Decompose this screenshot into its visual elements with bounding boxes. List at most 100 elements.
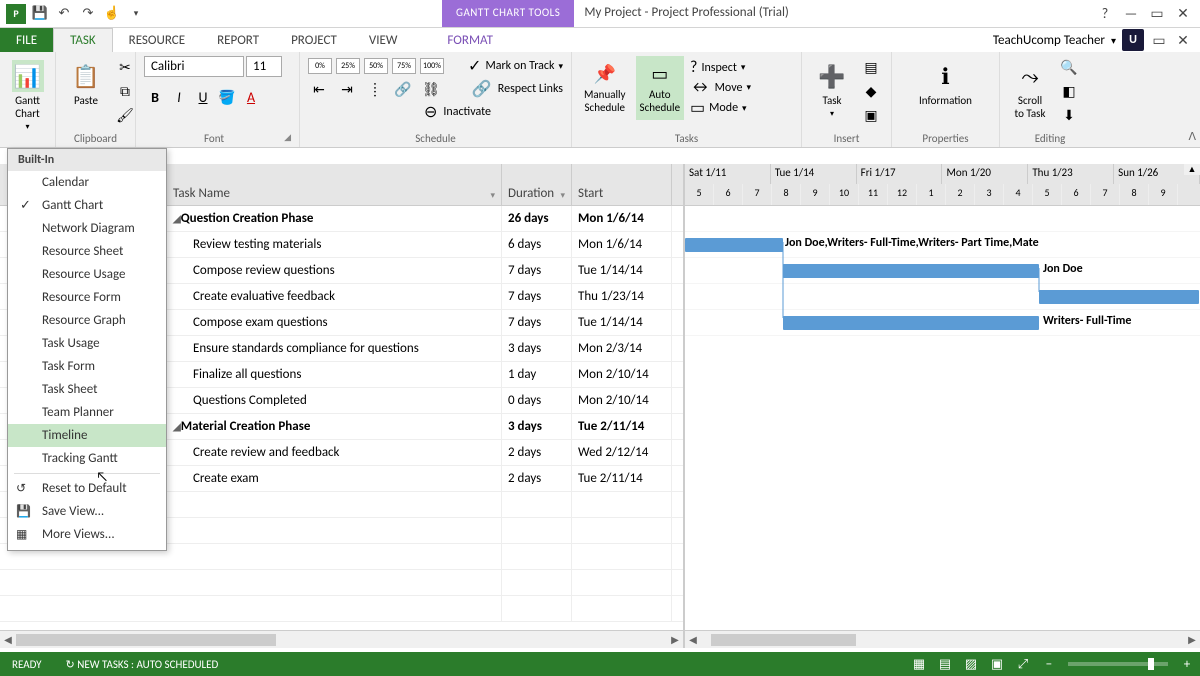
- touch-mode-icon[interactable]: ☝: [102, 4, 122, 24]
- view-shortcut-2[interactable]: ▤: [932, 657, 958, 672]
- table-hscroll[interactable]: ◀ ▶: [0, 630, 683, 648]
- tab-resource[interactable]: RESOURCE: [113, 28, 201, 52]
- link-icon[interactable]: 🔗: [392, 78, 414, 100]
- save-icon[interactable]: 💾: [30, 4, 50, 24]
- gantt-hscroll[interactable]: ◀ ▶: [685, 630, 1200, 648]
- close-pane-icon[interactable]: ✕: [1174, 31, 1192, 49]
- gantt-day-header: 5: [685, 184, 714, 205]
- pct-25[interactable]: 25%: [336, 58, 360, 74]
- outdent-icon[interactable]: ⇤: [308, 78, 330, 100]
- table-row-empty[interactable]: [0, 570, 683, 596]
- gantt-vscroll-up[interactable]: ▲: [1184, 164, 1200, 175]
- indent-icon[interactable]: ⇥: [336, 78, 358, 100]
- view-menu-item-resource-usage[interactable]: Resource Usage: [8, 263, 166, 286]
- view-menu-item-network-diagram[interactable]: Network Diagram: [8, 217, 166, 240]
- statusbar: READY ↻ NEW TASKS : AUTO SCHEDULED ▦ ▤ ▨…: [0, 652, 1200, 676]
- gantt-body[interactable]: Jon Doe,Writers- Full-Time,Writers- Part…: [685, 206, 1200, 630]
- cut-icon[interactable]: ✂: [114, 56, 136, 78]
- view-menu-item-timeline[interactable]: Timeline: [8, 424, 166, 447]
- manually-schedule-button[interactable]: 📌 Manually Schedule: [580, 56, 630, 120]
- font-launcher-icon[interactable]: ◢: [284, 132, 291, 143]
- gantt-day-header: 6: [1062, 184, 1091, 205]
- view-shortcut-5[interactable]: ⤢: [1010, 657, 1036, 672]
- mode-button[interactable]: ▭Mode▾: [690, 98, 751, 118]
- user-area[interactable]: TeachUcomp Teacher ▾ U ▭ ✕: [985, 28, 1200, 52]
- gantt-label-1: Jon Doe,Writers- Full-Time,Writers- Part…: [785, 236, 1039, 250]
- font-name-select[interactable]: Calibri: [144, 56, 244, 77]
- format-painter-icon[interactable]: 🖌: [114, 104, 136, 126]
- pct-50[interactable]: 50%: [364, 58, 388, 74]
- tab-report[interactable]: REPORT: [201, 28, 275, 52]
- tab-task[interactable]: TASK: [53, 28, 113, 52]
- unlink-icon[interactable]: ⛓: [420, 78, 442, 100]
- undo-icon[interactable]: ↶: [54, 4, 74, 24]
- help-icon[interactable]: ?: [1096, 5, 1114, 23]
- view-menu-item-resource-form[interactable]: Resource Form: [8, 286, 166, 309]
- scroll-to-task-button[interactable]: ⤳ Scroll to Task: [1008, 56, 1052, 124]
- font-color-button[interactable]: A: [240, 86, 262, 108]
- menu-reset-default[interactable]: ↺Reset to Default: [8, 477, 166, 500]
- inactivate-button[interactable]: Inactivate: [443, 105, 491, 119]
- tab-view[interactable]: VIEW: [353, 28, 414, 52]
- pct-75[interactable]: 75%: [392, 58, 416, 74]
- inspect-button[interactable]: ?Inspect▾: [690, 58, 751, 77]
- view-shortcut-4[interactable]: ▣: [984, 657, 1010, 672]
- view-menu-item-task-sheet[interactable]: Task Sheet: [8, 378, 166, 401]
- view-menu-item-calendar[interactable]: Calendar: [8, 171, 166, 194]
- clear-icon[interactable]: ◧: [1058, 80, 1080, 102]
- view-menu-item-resource-graph[interactable]: Resource Graph: [8, 309, 166, 332]
- table-row-empty[interactable]: [0, 596, 683, 622]
- find-icon[interactable]: 🔍: [1058, 56, 1080, 78]
- view-menu-item-task-form[interactable]: Task Form: [8, 355, 166, 378]
- milestone-icon[interactable]: ◆: [860, 80, 882, 102]
- font-size-select[interactable]: 11: [246, 56, 282, 77]
- col-start[interactable]: Start: [572, 164, 672, 205]
- view-menu-item-task-usage[interactable]: Task Usage: [8, 332, 166, 355]
- col-duration[interactable]: Duration▾: [502, 164, 572, 205]
- zoom-out-icon[interactable]: −: [1036, 657, 1062, 672]
- close-icon[interactable]: ✕: [1174, 5, 1192, 23]
- paste-button[interactable]: 📋 Paste: [64, 56, 108, 111]
- fill-icon[interactable]: ⬇: [1058, 104, 1080, 126]
- auto-schedule-button[interactable]: ▭ Auto Schedule: [636, 56, 685, 120]
- split-icon[interactable]: ⁞: [364, 78, 386, 100]
- menu-more-views[interactable]: ▦More Views...: [8, 523, 166, 546]
- collapse-ribbon-icon[interactable]: ᐱ: [1188, 130, 1196, 143]
- pct-100[interactable]: 100%: [420, 58, 444, 74]
- view-menu-item-team-planner[interactable]: Team Planner: [8, 401, 166, 424]
- col-task-name[interactable]: Task Name▾: [167, 164, 502, 205]
- gantt-day-header: 9: [1149, 184, 1178, 205]
- view-shortcut-3[interactable]: ▨: [958, 657, 984, 672]
- zoom-in-icon[interactable]: +: [1174, 657, 1200, 672]
- deliverable-icon[interactable]: ▣: [860, 104, 882, 126]
- bold-button[interactable]: B: [144, 86, 166, 108]
- task-button[interactable]: ➕ Task ▾: [810, 56, 854, 123]
- view-shortcut-1[interactable]: ▦: [906, 657, 932, 672]
- tab-project[interactable]: PROJECT: [275, 28, 353, 52]
- copy-icon[interactable]: ⧉: [114, 80, 136, 102]
- move-button[interactable]: ↔Move▾: [690, 78, 751, 97]
- respect-links-button[interactable]: Respect Links: [498, 82, 563, 96]
- information-button[interactable]: ℹ Information: [913, 56, 978, 111]
- group-label-insert: Insert: [810, 130, 883, 145]
- menu-save-view[interactable]: 💾Save View...: [8, 500, 166, 523]
- qat-dropdown-icon[interactable]: ▾: [126, 4, 146, 24]
- redo-icon[interactable]: ↷: [78, 4, 98, 24]
- fill-color-button[interactable]: 🪣: [216, 86, 238, 108]
- minimize-icon[interactable]: —: [1122, 5, 1140, 23]
- view-menu-item-resource-sheet[interactable]: Resource Sheet: [8, 240, 166, 263]
- italic-button[interactable]: I: [168, 86, 190, 108]
- restore-icon[interactable]: ▭: [1150, 31, 1168, 49]
- tab-format[interactable]: FORMAT: [431, 28, 508, 52]
- view-menu-item-tracking-gantt[interactable]: Tracking Gantt: [8, 447, 166, 470]
- pct-0[interactable]: 0%: [308, 58, 332, 74]
- mark-on-track-button[interactable]: Mark on Track: [485, 59, 554, 73]
- gantt-chart-button[interactable]: 📊 Gantt Chart ▾: [8, 56, 47, 136]
- underline-button[interactable]: U: [192, 86, 214, 108]
- maximize-icon[interactable]: ▭: [1148, 5, 1166, 23]
- summary-icon[interactable]: ▤: [860, 56, 882, 78]
- tab-file[interactable]: FILE: [0, 28, 53, 52]
- view-menu-item-gantt-chart[interactable]: Gantt Chart: [8, 194, 166, 217]
- status-newtasks[interactable]: ↻ NEW TASKS : AUTO SCHEDULED: [54, 658, 231, 671]
- zoom-slider[interactable]: [1068, 662, 1168, 666]
